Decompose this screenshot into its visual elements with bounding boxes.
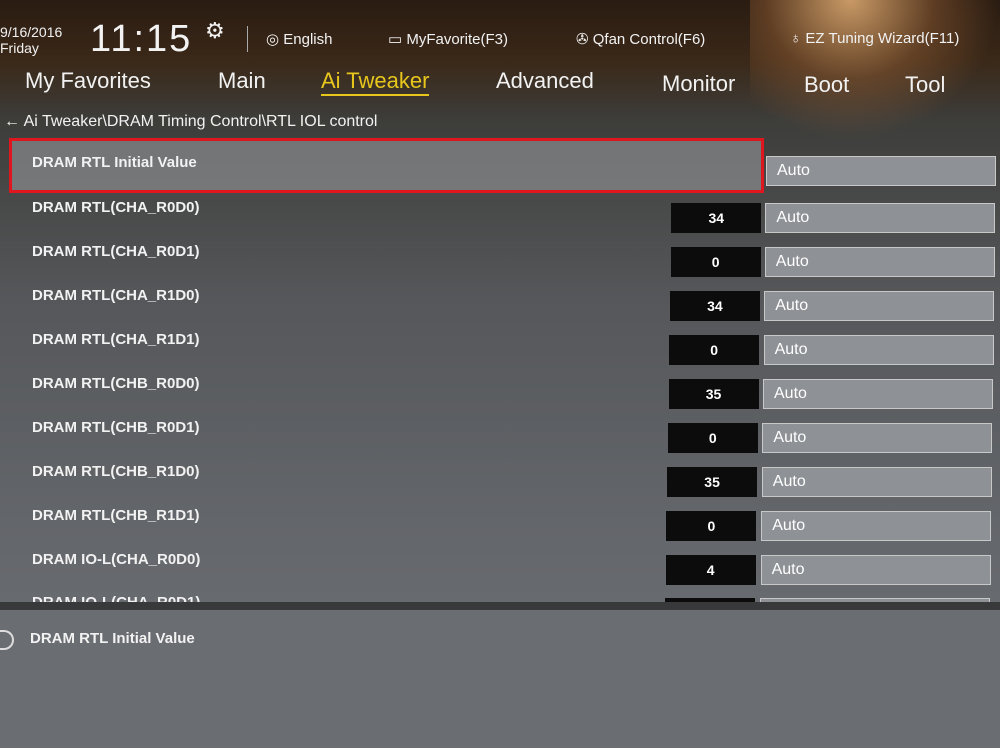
setting-label: DRAM IO-L(CHA_R0D0) [32,551,201,568]
tab-boot[interactable]: Boot [804,72,849,98]
language-label: English [283,31,333,48]
tab-advanced[interactable]: Advanced [496,68,594,94]
breadcrumb: ← Ai Tweaker\DRAM Timing Control\RTL IOL… [4,113,377,131]
current-value: 0 [667,423,758,453]
setting-row[interactable]: DRAM RTL(CHA_R0D1) 0 Auto [0,243,1000,283]
current-value: 35 [668,379,759,409]
divider [247,26,248,52]
option-dropdown[interactable]: Auto [765,203,996,233]
tab-ai-tweaker[interactable]: Ai Tweaker [321,68,430,96]
setting-label: DRAM RTL Initial Value [32,154,197,171]
setting-row[interactable]: DRAM IO-L(CHA_R0D0) 4 Auto [0,551,1000,591]
option-dropdown[interactable]: Auto [764,247,995,277]
setting-row[interactable]: DRAM RTL(CHA_R1D0) 34 Auto [0,287,1000,327]
header-bar: 9/16/2016 Friday 11:15 ⚙ ◎ English ▭ MyFa… [0,0,1000,60]
setting-row[interactable]: DRAM RTL(CHB_R1D1) 0 Auto [0,507,1000,547]
setting-label: DRAM RTL(CHB_R0D1) [32,419,200,436]
setting-label: DRAM RTL(CHB_R1D0) [32,463,200,480]
setting-label: DRAM RTL(CHB_R1D1) [32,507,200,524]
breadcrumb-path: Ai Tweaker\DRAM Timing Control\RTL IOL c… [23,113,378,130]
ez-tuning-label: EZ Tuning Wizard(F11) [805,30,960,47]
fan-icon: ✇ [576,31,593,48]
favorite-icon: ▭ [388,31,407,48]
current-value: 35 [667,467,758,497]
language-button[interactable]: ◎ English [266,30,332,48]
current-value: 4 [665,555,756,585]
setting-label: DRAM IO-L(CHA_R0D1) [32,594,200,602]
current-value: 0 [669,335,760,365]
bulb-icon: ♁ [790,30,806,47]
setting-label: DRAM RTL(CHB_R0D0) [32,375,200,392]
ez-tuning-button[interactable]: ♁ EZ Tuning Wizard(F11) [790,30,959,47]
option-dropdown[interactable]: Auto [760,555,991,585]
setting-label: DRAM RTL(CHA_R0D1) [32,243,200,260]
back-arrow-icon[interactable]: ← [4,113,24,130]
option-dropdown[interactable]: Auto [763,335,994,365]
setting-row[interactable]: DRAM RTL Initial Value Auto [0,154,1000,194]
current-value: 0 [666,511,757,541]
help-panel: DRAM RTL Initial Value [0,602,1000,748]
tab-main[interactable]: Main [218,68,266,94]
help-text: DRAM RTL Initial Value [30,630,195,647]
option-dropdown[interactable]: Auto [761,511,992,541]
current-value: 0 [670,247,761,277]
setting-row[interactable]: DRAM RTL(CHB_R0D1) 0 Auto [0,419,1000,459]
option-dropdown[interactable]: Auto [764,291,995,321]
qfan-label: Qfan Control(F6) [592,31,706,48]
date: 9/16/2016 [0,24,63,40]
current-value: 34 [671,203,762,233]
qfan-button[interactable]: ✇ Qfan Control(F6) [576,30,705,48]
info-icon [0,630,14,650]
date-display: 9/16/2016 Friday [0,24,62,56]
option-dropdown[interactable]: Auto [763,379,993,409]
gear-icon[interactable]: ⚙ [205,18,225,44]
setting-row[interactable]: DRAM RTL(CHA_R0D0) 34 Auto [0,199,1000,239]
day: Friday [0,40,39,56]
setting-row[interactable]: DRAM IO-L(CHA_R0D1)0Auto [0,594,1000,602]
setting-row[interactable]: DRAM RTL(CHB_R1D0) 35 Auto [0,463,1000,503]
current-value: 34 [669,291,760,321]
setting-label: DRAM RTL(CHA_R1D0) [32,287,200,304]
setting-label: DRAM RTL(CHA_R0D0) [32,199,200,216]
setting-label: DRAM RTL(CHA_R1D1) [32,331,200,348]
setting-row[interactable]: DRAM RTL(CHB_R0D0) 35 Auto [0,375,1000,415]
tab-monitor[interactable]: Monitor [662,71,735,97]
option-dropdown[interactable]: Auto [762,423,993,453]
myfavorite-label: MyFavorite(F3) [406,31,509,48]
tab-my-favorites[interactable]: My Favorites [25,68,151,94]
clock: 11:15 [90,18,193,60]
setting-row[interactable]: DRAM RTL(CHA_R1D1) 0 Auto [0,331,1000,371]
option-dropdown[interactable]: Auto [761,467,992,497]
option-dropdown[interactable]: Auto [766,156,996,186]
myfavorite-button[interactable]: ▭ MyFavorite(F3) [388,30,508,48]
globe-icon: ◎ [266,31,284,48]
tab-tool[interactable]: Tool [905,72,945,98]
